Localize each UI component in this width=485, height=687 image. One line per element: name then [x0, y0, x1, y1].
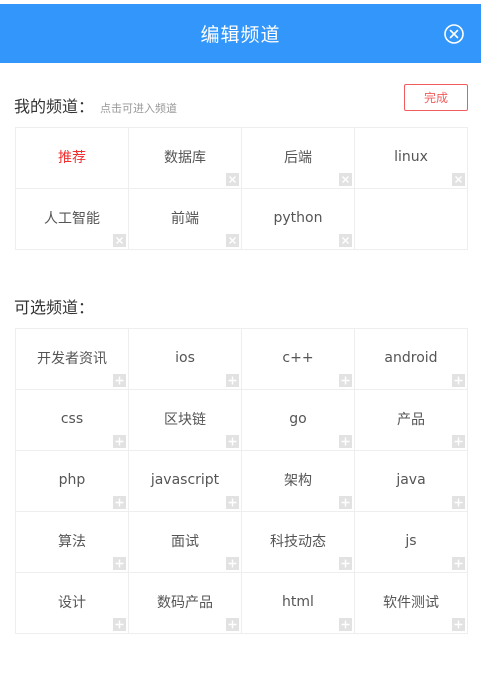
my-channel-item[interactable]: 推荐 — [16, 128, 129, 189]
close-circle-icon[interactable] — [443, 23, 465, 45]
channel-label: 数码产品 — [157, 595, 213, 611]
add-icon[interactable] — [339, 618, 352, 631]
optional-channel-item[interactable]: html — [242, 573, 355, 634]
remove-icon[interactable] — [226, 234, 239, 247]
remove-icon[interactable] — [226, 173, 239, 186]
optional-channel-item[interactable]: javascript — [129, 451, 242, 512]
channel-label: java — [396, 472, 426, 488]
channel-label: c++ — [282, 350, 314, 366]
optional-channel-item[interactable]: android — [355, 329, 468, 390]
my-channels-title: 我的频道： — [14, 97, 95, 116]
channel-label: linux — [394, 149, 428, 165]
optional-channel-item[interactable]: 开发者资讯 — [16, 329, 129, 390]
remove-icon[interactable] — [452, 173, 465, 186]
add-icon[interactable] — [226, 435, 239, 448]
channel-label: html — [282, 594, 314, 610]
channel-label: android — [384, 350, 438, 366]
channel-label: 人工智能 — [44, 211, 100, 227]
my-channel-item[interactable]: python — [242, 189, 355, 250]
channel-label: 区块链 — [164, 412, 206, 428]
channel-label: python — [273, 210, 323, 226]
optional-channel-item[interactable]: 科技动态 — [242, 512, 355, 573]
channel-label: php — [58, 472, 86, 488]
add-icon[interactable] — [113, 496, 126, 509]
channel-label: 数据库 — [164, 150, 206, 166]
channel-label: ios — [175, 350, 195, 366]
my-channels-grid: 推荐 数据库 后端 linux 人工智能 前端 python — [15, 127, 468, 250]
optional-channel-item[interactable]: go — [242, 390, 355, 451]
optional-channel-item[interactable]: css — [16, 390, 129, 451]
optional-channel-item[interactable]: 产品 — [355, 390, 468, 451]
channel-label: 产品 — [397, 412, 425, 428]
my-channels-hint: 点击可进入频道 — [100, 102, 178, 115]
channel-label: 面试 — [171, 534, 199, 550]
optional-channel-item[interactable]: 设计 — [16, 573, 129, 634]
my-channel-item[interactable]: 后端 — [242, 128, 355, 189]
add-icon[interactable] — [226, 496, 239, 509]
remove-icon[interactable] — [339, 234, 352, 247]
optional-channel-item[interactable]: ios — [129, 329, 242, 390]
add-icon[interactable] — [452, 435, 465, 448]
channel-label: js — [405, 533, 417, 549]
optional-channel-item[interactable]: java — [355, 451, 468, 512]
optional-channel-item[interactable]: 区块链 — [129, 390, 242, 451]
remove-icon[interactable] — [113, 234, 126, 247]
channel-label: javascript — [150, 472, 220, 488]
channel-label: 架构 — [284, 473, 312, 489]
optional-channel-item[interactable]: php — [16, 451, 129, 512]
channel-label: 前端 — [171, 211, 199, 227]
add-icon[interactable] — [339, 435, 352, 448]
add-icon[interactable] — [113, 557, 126, 570]
optional-channel-item[interactable]: c++ — [242, 329, 355, 390]
optional-channel-item[interactable]: js — [355, 512, 468, 573]
channel-label: 开发者资讯 — [37, 351, 107, 367]
channel-label: css — [60, 411, 84, 427]
optional-channels-title: 可选频道： — [14, 298, 95, 317]
channel-label: 推荐 — [58, 150, 86, 166]
my-channel-item[interactable]: linux — [355, 128, 468, 189]
add-icon[interactable] — [339, 374, 352, 387]
optional-channel-item[interactable]: 软件测试 — [355, 573, 468, 634]
add-icon[interactable] — [113, 435, 126, 448]
channel-label: 后端 — [284, 150, 312, 166]
empty-cell — [355, 189, 468, 250]
page-header: 编辑频道 — [0, 4, 481, 63]
page-title: 编辑频道 — [200, 24, 281, 46]
add-icon[interactable] — [226, 557, 239, 570]
remove-icon[interactable] — [339, 173, 352, 186]
optional-channels-header: 可选频道： — [14, 294, 94, 318]
channel-label: 设计 — [58, 595, 86, 611]
add-icon[interactable] — [113, 374, 126, 387]
optional-channel-item[interactable]: 架构 — [242, 451, 355, 512]
add-icon[interactable] — [226, 618, 239, 631]
add-icon[interactable] — [452, 618, 465, 631]
add-icon[interactable] — [452, 374, 465, 387]
add-icon[interactable] — [339, 557, 352, 570]
add-icon[interactable] — [226, 374, 239, 387]
channel-label: 软件测试 — [383, 595, 439, 611]
channel-label: 算法 — [58, 534, 86, 550]
done-button[interactable]: 完成 — [404, 84, 468, 111]
optional-channels-grid: 开发者资讯 ios c++ android css 区块链 go 产品 php javascrip… — [15, 328, 468, 634]
add-icon[interactable] — [452, 496, 465, 509]
add-icon[interactable] — [113, 618, 126, 631]
channel-label: 科技动态 — [270, 534, 326, 550]
my-channels-header: 我的频道： 点击可进入频道 — [14, 93, 177, 117]
channel-label: go — [289, 411, 307, 427]
add-icon[interactable] — [452, 557, 465, 570]
my-channel-item[interactable]: 数据库 — [129, 128, 242, 189]
optional-channel-item[interactable]: 面试 — [129, 512, 242, 573]
my-channel-item[interactable]: 前端 — [129, 189, 242, 250]
add-icon[interactable] — [339, 496, 352, 509]
optional-channel-item[interactable]: 数码产品 — [129, 573, 242, 634]
optional-channel-item[interactable]: 算法 — [16, 512, 129, 573]
my-channel-item[interactable]: 人工智能 — [16, 189, 129, 250]
